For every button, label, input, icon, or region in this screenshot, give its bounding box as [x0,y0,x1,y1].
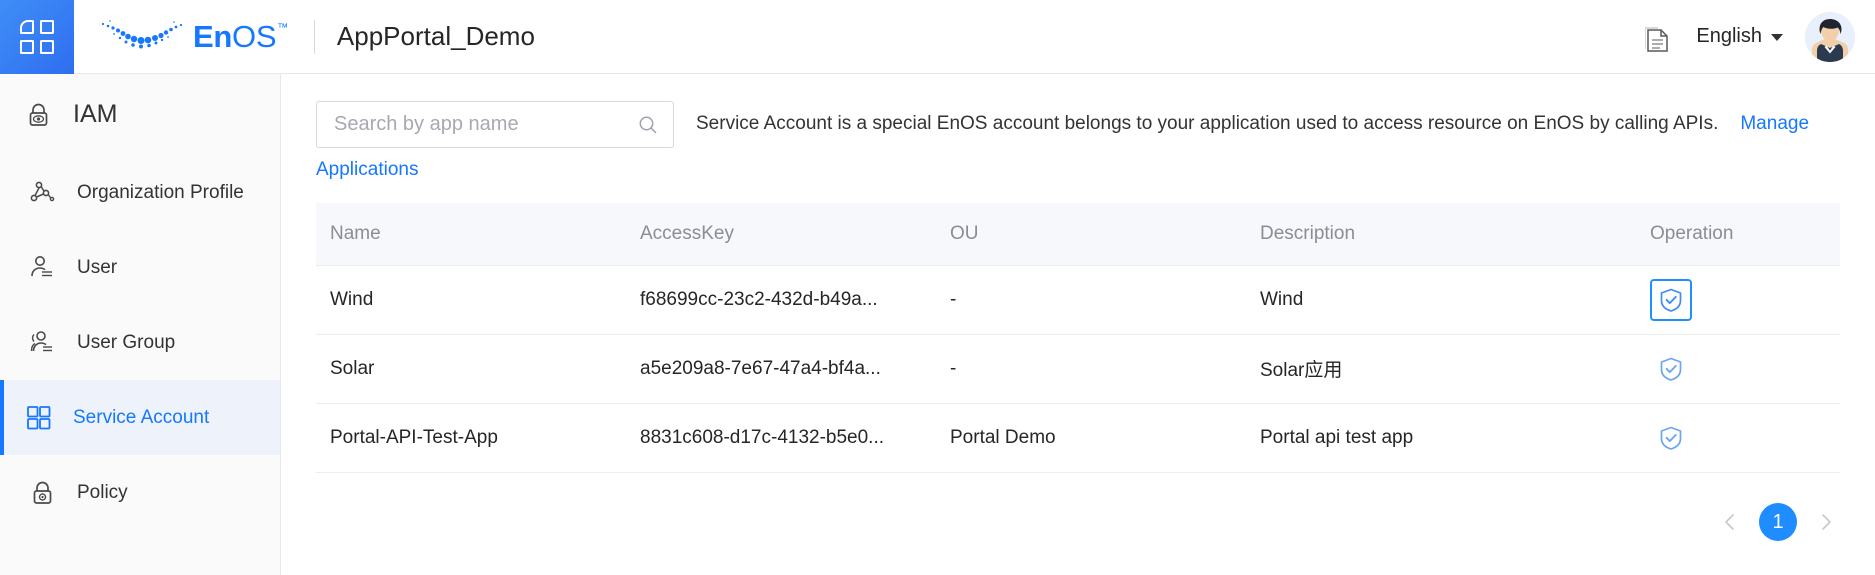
sidebar-item-service-account[interactable]: Service Account [0,380,280,455]
documentation-button[interactable] [1640,20,1674,54]
sidebar-section-iam: IAM [0,74,280,155]
cell-name: Wind [316,265,626,334]
shield-check-button[interactable] [1650,417,1692,459]
org-node-icon [28,178,57,207]
service-accounts-table: Name AccessKey OU Description Operation … [316,203,1840,473]
pagination-prev-button[interactable] [1719,511,1741,533]
user-icon [28,253,57,282]
cell-name: Portal-API-Test-App [316,403,626,472]
shield-check-button[interactable] [1650,279,1692,321]
sidebar-section-label: IAM [73,100,117,129]
column-header-name: Name [316,203,626,265]
pagination: 1 [1719,503,1837,541]
sidebar-item-label: User [77,257,117,279]
avatar[interactable] [1805,12,1855,62]
pagination-next-button[interactable] [1815,511,1837,533]
grid-squares-icon [24,403,53,432]
cell-ou: - [936,334,1246,403]
search-box[interactable] [316,101,674,148]
shield-check-button[interactable] [1650,348,1692,390]
cell-accesskey: 8831c608-d17c-4132-b5e0... [626,403,936,472]
sidebar-item-label: Service Account [73,407,209,429]
search-input[interactable] [334,113,637,136]
table-header-row: Name AccessKey OU Description Operation [316,203,1840,265]
sidebar-item-label: Policy [77,482,128,504]
brand-name-light: OS [232,21,276,52]
grid-apps-icon [20,20,54,54]
applications-link[interactable]: Applications [316,159,418,181]
user-avatar-icon [1805,12,1855,62]
sidebar-item-user[interactable]: User [0,230,280,305]
table-row[interactable]: Wind f68699cc-23c2-432d-b49a... - Wind [316,265,1840,334]
top-header: EnOS™ AppPortal_Demo English [0,0,1875,74]
lock-gear-icon [28,478,57,507]
search-icon[interactable] [637,114,659,136]
page-title: AppPortal_Demo [337,21,535,52]
sidebar-item-policy[interactable]: Policy [0,455,280,530]
service-account-notice: Service Account is a special EnOS accoun… [696,113,1809,135]
cell-operation [1636,265,1840,334]
enos-dots-logo [98,16,186,58]
trademark-symbol: ™ [277,23,288,34]
sidebar-item-organization-profile[interactable]: Organization Profile [0,155,280,230]
chevron-down-icon [1771,34,1783,41]
column-header-description: Description [1246,203,1636,265]
notice-text: Service Account is a special EnOS accoun… [696,113,1718,134]
cell-ou: - [936,265,1246,334]
main-content: Service Account is a special EnOS accoun… [281,74,1875,575]
pagination-page-1[interactable]: 1 [1759,503,1797,541]
cell-description: Solar应用 [1246,334,1636,403]
cell-name: Solar [316,334,626,403]
sidebar-item-label: Organization Profile [77,182,244,204]
document-icon [1642,21,1672,53]
cell-description: Wind [1246,265,1636,334]
header-actions: English [1640,12,1875,62]
cell-ou: Portal Demo [936,403,1246,472]
brand-logo-group[interactable]: EnOS™ [98,16,288,58]
lock-eye-icon [24,100,53,129]
column-header-ou: OU [936,203,1246,265]
brand-name-bold: En [193,21,232,52]
cell-accesskey: f68699cc-23c2-432d-b49a... [626,265,936,334]
cell-accesskey: a5e209a8-7e67-47a4-bf4a... [626,334,936,403]
chevron-right-icon [1816,512,1836,532]
shield-check-icon [1658,356,1684,382]
manage-link[interactable]: Manage [1740,113,1809,134]
cell-operation [1636,334,1840,403]
chevron-left-icon [1720,512,1740,532]
shield-check-icon [1658,287,1684,313]
table-row[interactable]: Solar a5e209a8-7e67-47a4-bf4a... - Solar… [316,334,1840,403]
column-header-operation: Operation [1636,203,1840,265]
user-group-icon [28,328,57,357]
language-label: English [1696,25,1762,48]
header-divider [314,20,315,54]
cell-description: Portal api test app [1246,403,1636,472]
sidebar: IAM Organization Profile [0,74,281,575]
table-row[interactable]: Portal-API-Test-App 8831c608-d17c-4132-b… [316,403,1840,472]
toolbar: Service Account is a special EnOS accoun… [281,74,1875,148]
shield-check-icon [1658,425,1684,451]
column-header-accesskey: AccessKey [626,203,936,265]
language-selector[interactable]: English [1696,25,1783,48]
cell-operation [1636,403,1840,472]
brand-wordmark: EnOS™ [193,21,288,52]
sidebar-item-user-group[interactable]: User Group [0,305,280,380]
app-launcher-button[interactable] [0,0,74,74]
sidebar-item-label: User Group [77,332,175,354]
